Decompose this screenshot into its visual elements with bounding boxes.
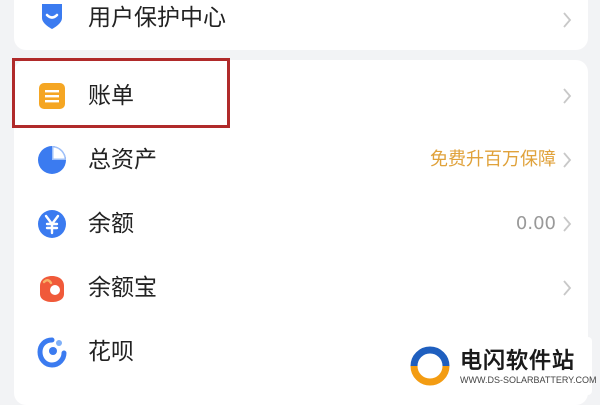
watermark-url: WWW.DS-SOLARBATTERY.COM	[460, 375, 597, 385]
balance-value: 0.00	[515, 213, 556, 234]
row-user-protection[interactable]: 用户保护中心	[14, 0, 588, 50]
pie-chart-icon	[38, 146, 66, 174]
row-label: 花呗	[88, 339, 134, 365]
watermark-logo-icon	[410, 346, 450, 386]
chevron-right-icon	[563, 152, 572, 168]
security-card: 用户保护中心	[14, 0, 588, 50]
highlight-box	[12, 58, 230, 128]
watermark: 电闪软件站 WWW.DS-SOLARBATTERY.COM	[398, 337, 597, 395]
yuebao-icon	[40, 276, 64, 302]
row-balance[interactable]: 余额 0.00	[14, 192, 588, 256]
row-label: 余额	[88, 211, 134, 237]
chevron-right-icon	[563, 88, 572, 104]
chevron-right-icon	[563, 12, 572, 28]
shield-icon	[42, 4, 62, 29]
promo-text: 免费升百万保障	[430, 149, 556, 170]
yuan-icon	[38, 210, 66, 238]
row-label: 总资产	[88, 147, 157, 173]
huabei-icon	[37, 337, 67, 368]
row-label: 余额宝	[88, 275, 157, 301]
row-total-assets[interactable]: 总资产 免费升百万保障	[14, 128, 588, 192]
watermark-title: 电闪软件站	[460, 349, 576, 374]
chevron-right-icon	[563, 280, 572, 296]
row-yuebao[interactable]: 余额宝	[14, 256, 588, 320]
chevron-right-icon	[563, 216, 572, 232]
row-label: 用户保护中心	[88, 5, 226, 31]
